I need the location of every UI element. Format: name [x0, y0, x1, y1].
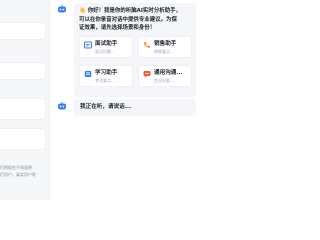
background-panel: 们例假在不知道患 们用户，真实用户呢	[0, 0, 50, 200]
greeting-bubble: 👋 你好！我是你的听脑AI实时分析助手， 可以在你录音对话中提供专业建议。为保 …	[74, 3, 196, 97]
scenario-card-subtitle: 会议纪要...	[154, 78, 174, 83]
scenario-card-title: 面试助手	[95, 41, 118, 47]
scenario-card-sales[interactable]: 销售助手 销售要点...	[138, 36, 192, 58]
sales-phone-icon	[143, 41, 151, 49]
scenario-card-title: 学习助手	[95, 70, 118, 76]
scenario-card-subtitle: 面试问题...	[95, 49, 115, 54]
greeting-line: 可以在你录音对话中提供专业建议。为保	[79, 16, 177, 23]
bot-icon	[57, 4, 67, 14]
interview-icon	[84, 41, 92, 49]
background-card	[0, 98, 46, 120]
background-card	[0, 128, 46, 150]
bot-icon	[57, 101, 67, 111]
greeting-line: 证效果，请先选择场景和身份！	[79, 25, 156, 32]
chat-icon	[143, 70, 151, 78]
scenario-card-interview[interactable]: 面试助手 面试问题...	[79, 36, 133, 58]
scenario-card-study[interactable]: 学习助手 考试要点...	[79, 65, 133, 87]
background-card	[0, 22, 46, 40]
background-card	[0, 62, 46, 80]
background-snippet-line: 们例假在不知道患	[0, 165, 32, 170]
background-snippet-line: 们用户，真实用户呢	[0, 172, 36, 177]
scenario-card-title: 通用沟通...	[154, 70, 183, 76]
reply-bubble: 我正在听，请说话...	[74, 99, 196, 116]
study-icon	[84, 70, 92, 78]
greeting-line: 👋 你好！我是你的听脑AI实时分析助手，	[79, 8, 182, 14]
reply-text: 我正在听，请说话...	[80, 104, 132, 110]
background-snippet: 们例假在不知道患 们用户，真实用户呢	[0, 164, 48, 178]
greeting-text: 👋 你好！我是你的听脑AI实时分析助手， 可以在你录音对话中提供专业建议。为保 …	[79, 7, 191, 33]
scenario-card-general[interactable]: 通用沟通... 会议纪要...	[138, 65, 192, 87]
scenario-card-subtitle: 考试要点...	[95, 78, 115, 83]
scenario-card-title: 销售助手	[154, 41, 177, 47]
scenario-card-subtitle: 销售要点...	[154, 49, 174, 54]
